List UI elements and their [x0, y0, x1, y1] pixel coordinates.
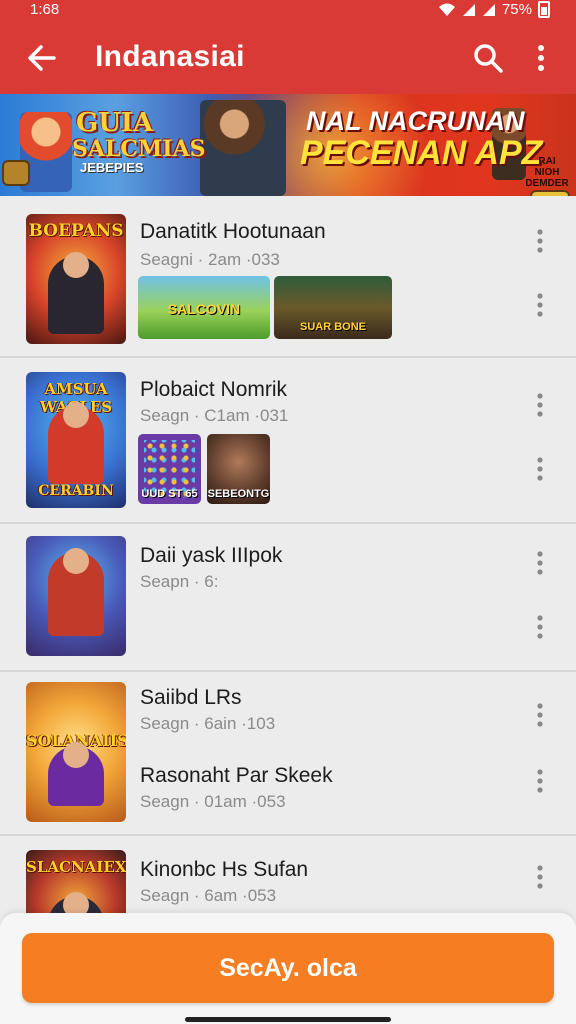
- more-vert-icon[interactable]: [526, 40, 556, 76]
- screenshot[interactable]: SUAR BONE: [274, 276, 392, 339]
- list-item[interactable]: Daii yask IIIpok Seapn · 6:: [0, 524, 576, 672]
- app-meta: Seagn · C1am ·031: [140, 406, 289, 425]
- banner-title-right-2: PECENAN APZ: [300, 134, 543, 172]
- banner-character-center: [200, 100, 286, 196]
- app-name[interactable]: Saiibd LRs: [140, 686, 242, 710]
- app-thumbnail[interactable]: SOLANAIIS: [26, 682, 126, 822]
- screenshot-caption: SALCOVIN: [167, 301, 241, 317]
- app-bar: Indanasiai: [0, 22, 576, 94]
- screenshot[interactable]: SEBEONTG: [207, 434, 270, 504]
- app-thumbnail[interactable]: BOEPANS: [26, 214, 126, 344]
- more-vert-icon[interactable]: [532, 392, 548, 418]
- more-vert-icon[interactable]: [532, 614, 548, 640]
- app-thumbnail[interactable]: AMSUA WACLES CERABIN: [26, 372, 126, 508]
- status-bar: 1:68 75%: [0, 0, 576, 22]
- app-meta: Seapn · 6:: [140, 572, 219, 591]
- screenshot-row: UUD ST 65 SEBEONTG: [138, 434, 278, 504]
- battery-percent: 75%: [501, 1, 532, 18]
- screenshot[interactable]: SALCOVIN: [138, 276, 270, 339]
- status-time: 1:68: [30, 1, 60, 18]
- screenshot-caption: UUD ST 65: [141, 488, 198, 500]
- banner-tag-line: RAI: [538, 156, 556, 167]
- app-name[interactable]: Kinonbc Hs Sufan: [140, 858, 308, 882]
- app-meta: Seagn · 6ain ·103: [140, 714, 276, 733]
- list-item[interactable]: SOLANAIIS Saiibd LRs Seagn · 6ain ·103 R…: [0, 672, 576, 836]
- more-vert-icon[interactable]: [532, 702, 548, 728]
- search-icon[interactable]: [470, 40, 506, 76]
- more-vert-icon[interactable]: [532, 768, 548, 794]
- more-vert-icon[interactable]: [532, 550, 548, 576]
- banner-chest-icon: [2, 160, 30, 186]
- thumbnail-title: SLACNAIEX: [26, 858, 126, 876]
- arrow-left-icon[interactable]: [24, 40, 60, 76]
- app-thumbnail[interactable]: [26, 536, 126, 656]
- thumbnail-character: [48, 252, 104, 334]
- thumbnail-character: [48, 742, 104, 806]
- more-vert-icon[interactable]: [532, 456, 548, 482]
- more-vert-icon[interactable]: [532, 292, 548, 318]
- app-name[interactable]: Plobaict Nomrik: [140, 378, 287, 402]
- banner-title-left-3: JEBEPIES: [80, 160, 144, 175]
- system-icons: 75%: [438, 1, 550, 18]
- app-meta-secondary: Seagn · 01am ·053: [140, 792, 286, 811]
- screenshot-row: SALCOVIN SUAR BONE: [138, 276, 398, 339]
- thumbnail-subtitle: CERABIN: [38, 483, 114, 499]
- banner-title-left-2: SALCMIAS: [72, 136, 206, 162]
- thumbnail-title: BOEPANS: [28, 221, 124, 241]
- signal-icon-2: [482, 3, 495, 16]
- battery-icon: [538, 1, 550, 18]
- primary-cta-button[interactable]: SecAy. olca: [22, 933, 554, 1003]
- promo-banner[interactable]: GUIA SALCMIAS JEBEPIES NAL NACRUNAN PECE…: [0, 94, 576, 196]
- banner-tag-line: NIOH: [534, 167, 560, 178]
- screenshot[interactable]: UUD ST 65: [138, 434, 201, 504]
- list-item[interactable]: BOEPANS Danatitk Hootunaan Seagni · 2am …: [0, 196, 576, 358]
- screenshot-caption: SEBEONTG: [207, 488, 270, 500]
- banner-tag: RAI NIOH DEMDER: [522, 156, 572, 189]
- page-title: Indanasiai: [95, 40, 245, 73]
- app-meta: Seagni · 2am ·033: [140, 250, 280, 269]
- list-item[interactable]: AMSUA WACLES CERABIN Plobaict Nomrik Sea…: [0, 358, 576, 524]
- banner-tag-line: DEMDER: [525, 178, 569, 189]
- app-name[interactable]: Danatitk Hootunaan: [140, 220, 326, 244]
- banner-title-right-1: NAL NACRUNAN: [306, 106, 525, 136]
- app-name[interactable]: Daii yask IIIpok: [140, 544, 282, 568]
- banner-title-left-1: GUIA: [76, 108, 154, 138]
- home-indicator[interactable]: [185, 1017, 391, 1022]
- more-vert-icon[interactable]: [532, 864, 548, 890]
- app-name-secondary[interactable]: Rasonaht Par Skeek: [140, 764, 333, 788]
- more-vert-icon[interactable]: [532, 228, 548, 254]
- thumbnail-character: [48, 548, 104, 636]
- bottom-action-bar: SecAy. olca: [0, 913, 576, 1024]
- app-meta: Seagn · 6am ·053: [140, 886, 277, 905]
- screenshot-caption: SUAR BONE: [299, 321, 366, 333]
- wifi-icon: [438, 3, 455, 16]
- signal-icon: [462, 3, 475, 16]
- thumbnail-character: [48, 402, 104, 484]
